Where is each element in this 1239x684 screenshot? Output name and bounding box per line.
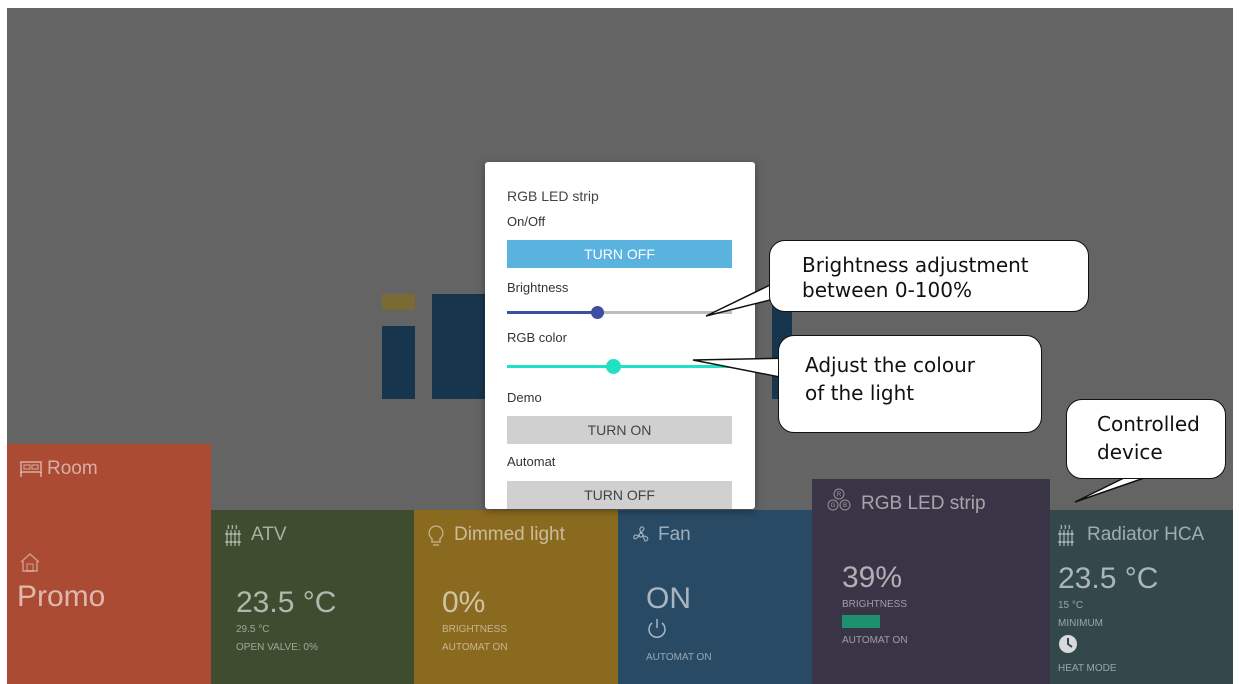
radiator-setpoint: 15 °C xyxy=(1058,600,1084,611)
bed-icon xyxy=(19,458,43,485)
dimmed-light-title: Dimmed light xyxy=(454,524,565,545)
dimmed-light-value: 0% xyxy=(442,586,486,619)
rgb-tile-title: RGB LED strip xyxy=(861,493,986,514)
fan-state: ON xyxy=(646,582,691,615)
room-name: Promo xyxy=(17,580,106,613)
brightness-callout-line2: between 0-100% xyxy=(802,278,972,302)
brightness-callout: Brightness adjustment between 0-100% xyxy=(769,240,1089,312)
room-title: Room xyxy=(47,458,98,479)
radiator-temperature: 23.5 °C xyxy=(1058,562,1159,595)
device-callout-line2: device xyxy=(1097,440,1163,464)
dashboard-background: Room Promo ATV 23.5 °C 29.5 °C OPEN VALV… xyxy=(7,8,1233,684)
dimmed-light-brightness-label: BRIGHTNESS xyxy=(442,624,508,635)
device-callout-line1: Controlled xyxy=(1097,412,1200,436)
dimmed-light-automat: AUTOMAT ON xyxy=(442,642,508,653)
atv-valve: OPEN VALVE: 0% xyxy=(236,642,318,653)
brightness-callout-line1: Brightness adjustment xyxy=(802,253,1029,277)
rgb-tile-automat: AUTOMAT ON xyxy=(842,635,908,646)
atv-temperature: 23.5 °C xyxy=(236,586,337,619)
atv-title: ATV xyxy=(251,524,287,545)
brightness-slider-handle[interactable] xyxy=(591,306,604,319)
power-icon[interactable] xyxy=(646,618,668,645)
rgb-color-slider[interactable] xyxy=(507,359,732,375)
radiator-mode-label: MINIMUM xyxy=(1058,618,1103,629)
svg-text:G: G xyxy=(831,503,836,509)
fan-automat: AUTOMAT ON xyxy=(646,652,712,663)
brightness-slider-fill xyxy=(507,311,597,314)
bulb-icon xyxy=(426,524,446,553)
atv-setpoint: 29.5 °C xyxy=(236,624,270,635)
rgb-tile-brightness-value: 39% xyxy=(842,561,903,594)
rgb-color-slider-handle[interactable] xyxy=(605,359,621,374)
rgb-led-strip-dialog: RGB LED strip On/Off TURN OFF Brightness… xyxy=(485,162,755,509)
demo-label: Demo xyxy=(507,390,542,405)
onoff-label: On/Off xyxy=(507,214,546,229)
brightness-slider[interactable] xyxy=(507,306,732,320)
rgb-icon: RG B xyxy=(826,487,852,518)
turn-off-button[interactable]: TURN OFF xyxy=(507,240,732,268)
rgb-color-swatch xyxy=(842,615,880,628)
rgb-led-strip-tile[interactable]: RG B RGB LED strip 39% BRIGHTNESS AUTOMAT… xyxy=(812,479,1050,684)
atv-tile[interactable]: ATV 23.5 °C 29.5 °C OPEN VALVE: 0% xyxy=(211,510,414,684)
color-callout-line1: Adjust the colour xyxy=(805,353,975,377)
svg-text:B: B xyxy=(843,503,847,509)
fan-tile[interactable]: Fan ON AUTOMAT ON xyxy=(618,510,812,684)
clock-icon xyxy=(1058,634,1078,659)
radiator-hca-tile[interactable]: Radiator HCA 23.5 °C 15 °C MINIMUM HEAT … xyxy=(1050,510,1233,684)
device-callout: Controlled device xyxy=(1066,399,1226,479)
automat-turn-off-button[interactable]: TURN OFF xyxy=(507,481,732,509)
radiator-title: Radiator HCA xyxy=(1087,524,1205,545)
room-tile[interactable]: Room Promo xyxy=(7,444,211,684)
demo-turn-on-button[interactable]: TURN ON xyxy=(507,416,732,444)
fan-icon xyxy=(630,524,652,551)
svg-text:R: R xyxy=(837,492,842,498)
rgb-tile-brightness-label: BRIGHTNESS xyxy=(842,599,908,610)
dimmed-light-tile[interactable]: Dimmed light 0% BRIGHTNESS AUTOMAT ON xyxy=(414,510,618,684)
brightness-label: Brightness xyxy=(507,280,569,295)
color-callout: Adjust the colour of the light xyxy=(778,335,1042,433)
radiator-heat-mode: HEAT MODE xyxy=(1058,663,1117,674)
rgb-color-label: RGB color xyxy=(507,330,567,345)
fan-title: Fan xyxy=(658,524,691,545)
radiator-icon xyxy=(223,524,245,553)
dialog-title: RGB LED strip xyxy=(507,188,599,204)
radiator-icon xyxy=(1056,524,1078,553)
house-icon xyxy=(19,552,41,577)
color-callout-line2: of the light xyxy=(805,381,915,405)
automat-label: Automat xyxy=(507,454,556,469)
